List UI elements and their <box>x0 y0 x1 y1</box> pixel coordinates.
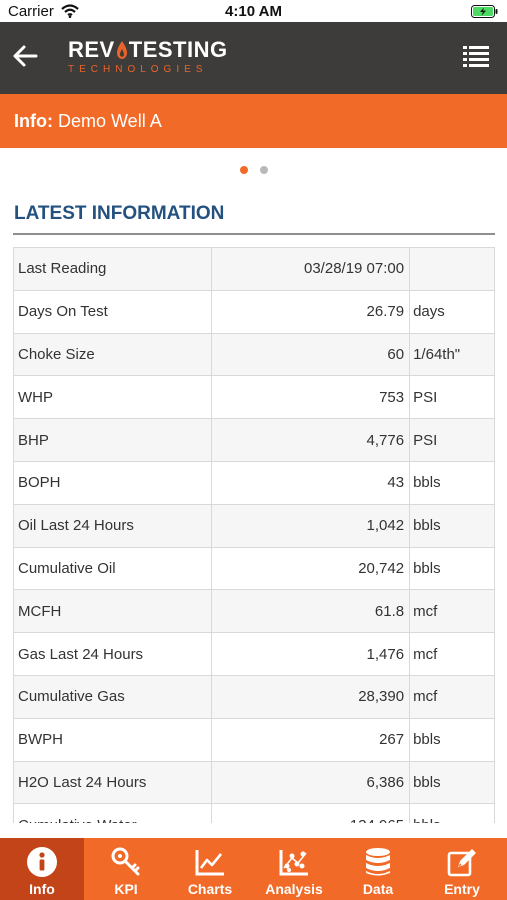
row-value: 6,386 <box>210 760 411 805</box>
table-row: Cumulative Water134,965bbls <box>13 803 495 823</box>
row-unit: PSI <box>409 375 495 420</box>
status-time: 4:10 AM <box>225 3 282 20</box>
edit-icon <box>447 849 476 877</box>
table-row: WHP 753 PSI <box>13 375 495 420</box>
latest-info-table[interactable]: Last Reading 03/28/19 07:00 Days On Test 26… <box>13 247 495 823</box>
key-icon <box>111 847 140 876</box>
row-value: 267 <box>210 717 411 762</box>
row-label: Last Reading <box>13 247 212 291</box>
back-arrow-icon[interactable] <box>12 44 38 68</box>
row-unit: mcf <box>409 589 495 634</box>
table-row: Choke Size 60 1/64th" <box>13 332 495 377</box>
row-unit <box>409 247 495 291</box>
table-row: BWPH 267 bbls <box>13 717 495 762</box>
table-row: Gas Last 24 Hours 1,476 mcf <box>13 632 495 676</box>
row-label: BOPH <box>13 460 212 505</box>
tab-kpi-label: KPI <box>114 881 138 897</box>
row-label: Cumulative Oil <box>13 546 212 591</box>
row-value: 61.8 <box>210 589 411 634</box>
tab-analysis[interactable]: Analysis <box>252 838 336 900</box>
well-info-bar: Info: Demo Well A <box>0 94 507 148</box>
app-header: REV TESTING TECHNOLOGIES <box>0 22 507 94</box>
page-dot-active[interactable] <box>239 166 248 174</box>
section-divider <box>13 233 495 235</box>
database-icon <box>366 848 390 876</box>
row-value: 753 <box>210 375 411 420</box>
battery-charging-icon <box>471 5 498 18</box>
row-value: 4,776 <box>210 418 411 462</box>
info-label: Info: <box>14 111 53 131</box>
row-value: 60 <box>210 332 411 377</box>
table-row: Last Reading 03/28/19 07:00 <box>13 247 495 291</box>
row-value: 1,476 <box>210 632 411 676</box>
tab-info[interactable]: Info <box>0 838 84 900</box>
flame-icon <box>116 41 127 59</box>
table-row: Cumulative Oil 20,742 bbls <box>13 546 495 591</box>
tab-info-label: Info <box>29 881 55 897</box>
status-bar: Carrier 4:10 AM <box>0 0 507 22</box>
row-unit: bbls <box>409 503 495 548</box>
table-row: H2O Last 24 Hours 6,386 bbls <box>13 760 495 805</box>
row-unit: bbls <box>409 460 495 505</box>
bottom-tab-bar: Info KPI Charts Analysis Data Entry <box>0 838 507 900</box>
row-label: BWPH <box>13 717 212 762</box>
row-label: Oil Last 24 Hours <box>13 503 212 548</box>
tab-kpi[interactable]: KPI <box>84 838 168 900</box>
row-value: 1,042 <box>210 503 411 548</box>
tab-charts[interactable]: Charts <box>168 838 252 900</box>
row-unit: days <box>409 289 495 334</box>
row-label: Choke Size <box>13 332 212 377</box>
line-chart-icon <box>195 850 224 876</box>
row-label: MCFH <box>13 589 212 634</box>
row-label: BHP <box>13 418 212 462</box>
row-value: 26.79 <box>210 289 411 334</box>
row-value: 03/28/19 07:00 <box>210 247 411 291</box>
row-value: 43 <box>210 460 411 505</box>
logo-text-right: TESTING <box>128 37 228 62</box>
rev-testing-logo: REV TESTING TECHNOLOGIES <box>68 37 228 81</box>
table-row: BHP 4,776 PSI <box>13 418 495 462</box>
row-unit: bbls <box>409 717 495 762</box>
row-unit: bbls <box>409 546 495 591</box>
logo-wordmark: REV TESTING <box>68 37 228 63</box>
tab-analysis-label: Analysis <box>265 881 323 897</box>
row-unit: 1/64th" <box>409 332 495 377</box>
tab-entry[interactable]: Entry <box>420 838 504 900</box>
row-value: 134,965 <box>210 803 411 823</box>
logo-subtitle: TECHNOLOGIES <box>68 64 208 75</box>
logo-text-left: REV <box>68 37 115 62</box>
tab-charts-label: Charts <box>187 881 233 897</box>
analysis-icon <box>279 850 308 876</box>
row-label: Cumulative Gas <box>13 674 212 719</box>
row-label: Cumulative Water <box>13 803 212 823</box>
well-name: Demo Well A <box>58 111 162 131</box>
page-dot-inactive[interactable] <box>259 166 268 174</box>
list-menu-icon[interactable] <box>463 46 489 68</box>
row-unit: PSI <box>409 418 495 462</box>
row-unit: mcf <box>409 632 495 676</box>
table-row: MCFH 61.8 mcf <box>13 589 495 634</box>
row-label: WHP <box>13 375 212 420</box>
row-unit: mcf <box>409 674 495 719</box>
row-value: 28,390 <box>210 674 411 719</box>
row-label: Days On Test <box>13 289 212 334</box>
row-value: 20,742 <box>210 546 411 591</box>
tab-entry-label: Entry <box>444 881 480 897</box>
table-row: Oil Last 24 Hours 1,042 bbls <box>13 503 495 548</box>
row-label: H2O Last 24 Hours <box>13 760 212 805</box>
row-unit: bbls <box>409 760 495 805</box>
info-icon <box>27 847 57 877</box>
tab-data-label: Data <box>362 881 394 897</box>
page-indicator[interactable] <box>0 166 507 176</box>
tab-data[interactable]: Data <box>336 838 420 900</box>
table-row: Days On Test 26.79 days <box>13 289 495 334</box>
section-title: LATEST INFORMATION <box>14 203 225 224</box>
row-label: Gas Last 24 Hours <box>13 632 212 676</box>
row-unit: bbls <box>409 803 495 823</box>
table-row: BOPH 43 bbls <box>13 460 495 505</box>
table-row: Cumulative Gas 28,390 mcf <box>13 674 495 719</box>
